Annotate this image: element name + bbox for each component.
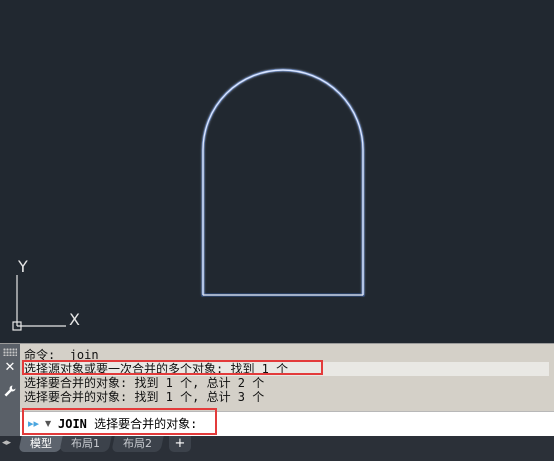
tab-label: 模型 — [30, 437, 52, 450]
chevron-down-icon[interactable]: ▼ — [45, 416, 51, 432]
arch-outline — [202, 69, 364, 295]
wrench-icon[interactable] — [3, 383, 17, 397]
close-icon[interactable]: ✕ — [3, 361, 17, 375]
command-window-handle[interactable]: ✕ — [0, 344, 20, 437]
tab-layout2[interactable]: 布局2 — [111, 436, 164, 452]
drawing-area: Y X — [12, 68, 365, 331]
grip-icon[interactable] — [3, 348, 17, 356]
tab-model[interactable]: 模型 — [18, 436, 64, 452]
command-prompt: JOIN 选择要合并的对象: — [58, 416, 197, 432]
history-line: 命令: join — [24, 348, 99, 362]
add-layout-button[interactable]: + — [169, 436, 191, 452]
history-line: 选择要合并的对象: 找到 1 个, 总计 2 个 — [24, 376, 265, 390]
tab-layout1[interactable]: 布局1 — [59, 436, 112, 452]
history-line: 选择源对象或要一次合并的多个对象: 找到 1 个 — [24, 362, 549, 376]
command-name: JOIN — [58, 417, 87, 431]
history-line: 选择要合并的对象: 找到 1 个, 总计 3 个 — [24, 390, 265, 404]
command-history: 命令: join 选择源对象或要一次合并的多个对象: 找到 1 个 选择要合并的… — [24, 348, 549, 404]
tab-label: 布局2 — [123, 437, 152, 450]
command-input-row[interactable]: ▸▸ ▼ JOIN 选择要合并的对象: — [20, 411, 554, 436]
drawing-canvas[interactable]: Y X — [0, 0, 554, 343]
arch-shape[interactable] — [201, 68, 365, 297]
tab-label: 布局1 — [71, 437, 100, 450]
tab-nav-arrows[interactable]: ◂▸ — [2, 436, 20, 450]
command-prompt-text: 选择要合并的对象: — [94, 417, 198, 431]
command-prompt-arrow-icon[interactable]: ▸▸ — [28, 416, 39, 432]
ucs-x-label: X — [69, 310, 80, 329]
ucs-icon: Y X — [12, 257, 80, 331]
command-window: ✕ 命令: join 选择源对象或要一次合并的多个对象: 找到 1 个 选择要合… — [0, 343, 554, 437]
ucs-y-label: Y — [17, 257, 28, 276]
layout-tabs-bar: ◂▸ 模型 布局1 布局2 + — [0, 436, 554, 461]
